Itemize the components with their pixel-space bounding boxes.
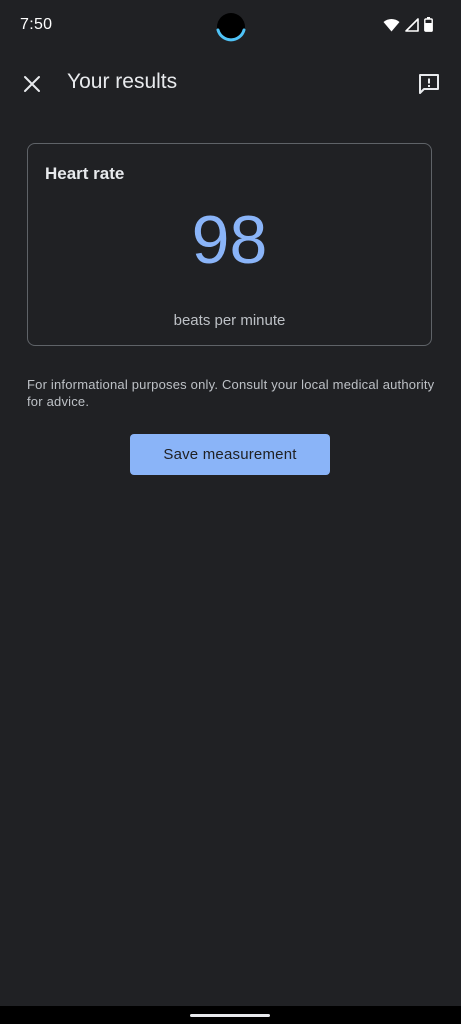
status-bar: 7:50 bbox=[0, 0, 461, 52]
save-measurement-button[interactable]: Save measurement bbox=[130, 434, 330, 475]
feedback-button[interactable] bbox=[409, 64, 449, 104]
screen: 7:50 Your results Heart rate 98 beats pe… bbox=[0, 0, 461, 1024]
feedback-icon bbox=[419, 74, 439, 94]
heart-rate-value: 98 bbox=[191, 202, 268, 278]
card-title: Heart rate bbox=[45, 164, 125, 183]
home-indicator[interactable] bbox=[190, 1014, 270, 1017]
disclaimer-text: For informational purposes only. Consult… bbox=[27, 377, 435, 409]
heart-rate-unit: beats per minute bbox=[173, 312, 286, 329]
battery-icon bbox=[424, 17, 433, 32]
wifi-icon bbox=[383, 18, 400, 31]
camera-cutout-icon bbox=[216, 13, 246, 42]
status-icons bbox=[383, 17, 433, 32]
heart-rate-card: Heart rate 98 beats per minute bbox=[27, 143, 432, 346]
navigation-bar bbox=[0, 1006, 461, 1024]
signal-icon bbox=[405, 17, 419, 32]
page-title: Your results bbox=[67, 70, 178, 93]
app-bar: Your results bbox=[0, 56, 461, 112]
close-button[interactable] bbox=[12, 64, 52, 104]
close-icon bbox=[24, 76, 40, 92]
status-time: 7:50 bbox=[20, 16, 53, 33]
